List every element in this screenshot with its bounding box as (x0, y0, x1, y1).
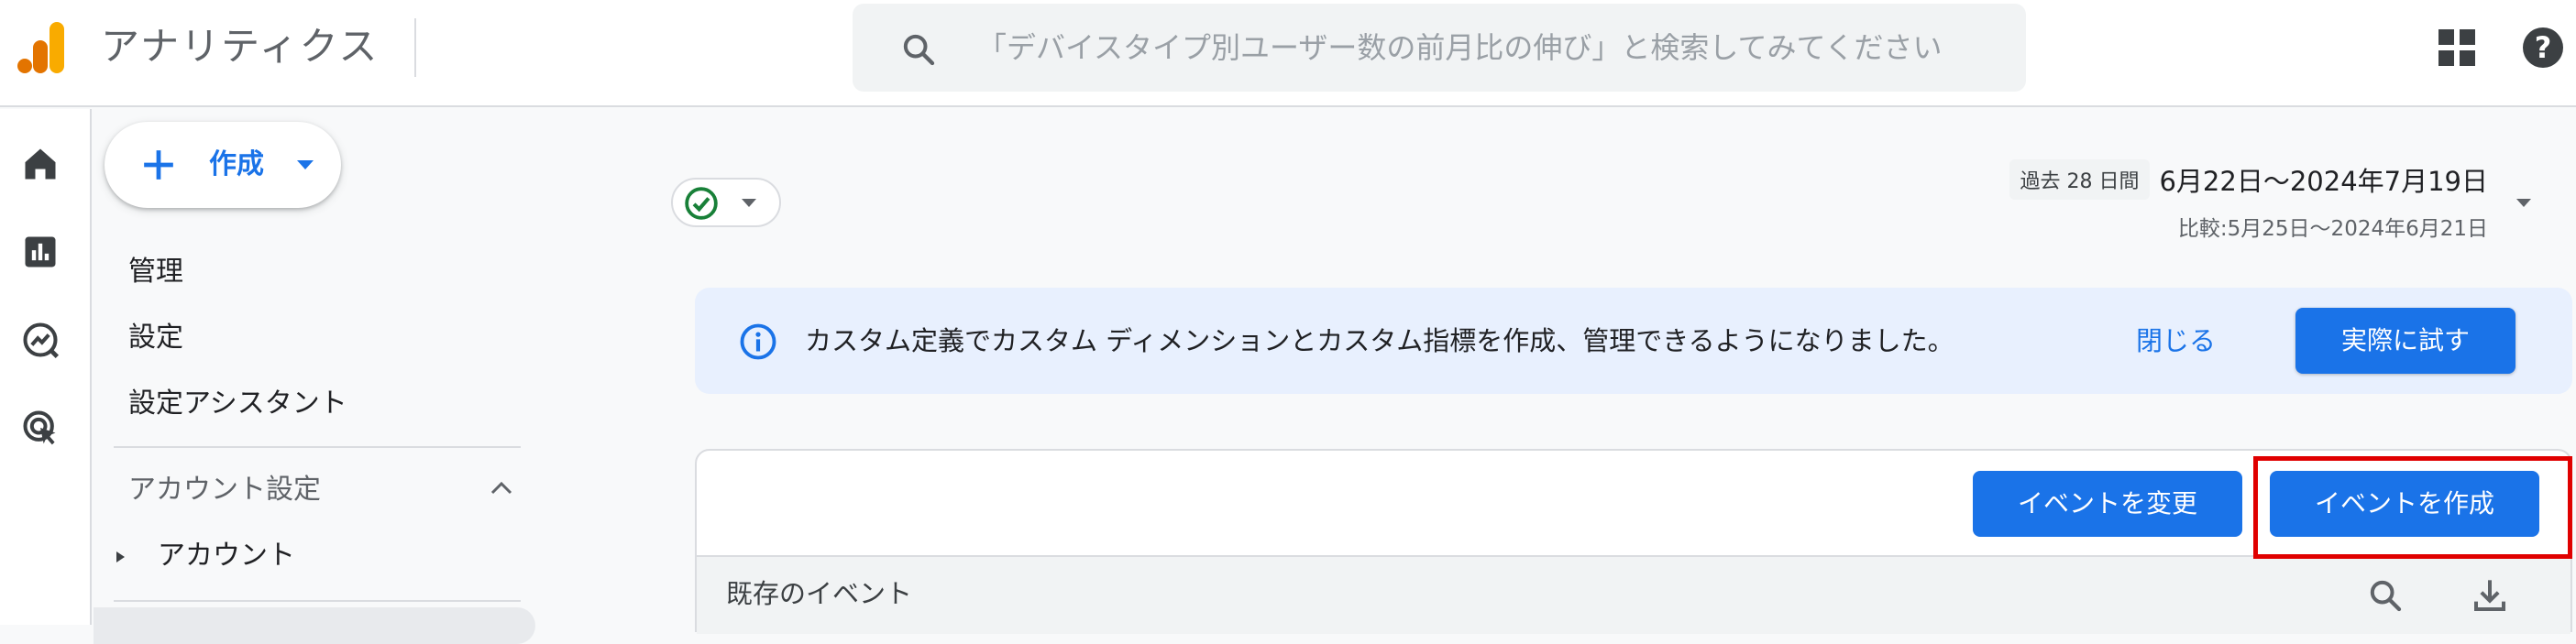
existing-events-header: 既存のイベント (697, 555, 2570, 634)
modify-event-button[interactable]: イベントを変更 (1973, 471, 2242, 537)
data-quality-chip[interactable] (671, 178, 781, 227)
create-button-label: 作成 (209, 148, 264, 180)
nav-item-account[interactable]: アカウント (158, 538, 295, 574)
navigation-rail (0, 109, 92, 625)
banner-close-link[interactable]: 閉じる (2136, 288, 2216, 394)
caret-down-icon[interactable] (2515, 198, 2532, 208)
nav-divider (114, 446, 521, 448)
nav-item-settings[interactable]: 設定 (128, 320, 183, 356)
nav-divider (114, 600, 521, 602)
nav-selected-item[interactable] (94, 607, 535, 644)
info-banner: カスタム定義でカスタム ディメンションとカスタム指標を作成、管理できるようになり… (695, 288, 2572, 394)
highlight-box (2253, 456, 2572, 559)
download-icon[interactable] (2471, 577, 2508, 614)
nav-item-setup-assistant[interactable]: 設定アシスタント (128, 386, 347, 422)
banner-try-button[interactable]: 実際に試す (2295, 308, 2515, 374)
search-placeholder: 「デバイスタイプ別ユーザー数の前月比の伸び」と検索してみてください (977, 30, 1943, 65)
caret-down-icon (297, 160, 314, 169)
svg-text:?: ? (2535, 30, 2552, 65)
explore-icon[interactable] (20, 320, 61, 360)
date-range-main: 6月22日～2024年7月19日 (2159, 166, 2488, 197)
chevron-up-icon[interactable] (490, 479, 513, 496)
side-navigation: 作成 管理 設定 設定アシスタント アカウント設定 アカウント (94, 109, 543, 644)
home-icon[interactable] (20, 144, 61, 184)
title-divider (414, 18, 416, 77)
plus-icon (144, 150, 173, 180)
analytics-logo-icon[interactable] (17, 20, 66, 75)
reports-icon[interactable] (20, 232, 61, 272)
create-button[interactable]: 作成 (105, 122, 341, 208)
check-circle-icon (685, 187, 718, 220)
existing-events-title: 既存のイベント (726, 578, 913, 609)
search-icon[interactable] (2367, 577, 2404, 614)
nav-item-admin[interactable]: 管理 (128, 254, 183, 290)
help-icon[interactable]: ? (2521, 26, 2565, 70)
date-range-picker[interactable]: 過去 28 日間 6月22日～2024年7月19日 比較:5月25日～2024年6… (2009, 159, 2488, 242)
app-title: アナリティクス (101, 24, 380, 69)
search-icon (903, 34, 935, 66)
info-icon (740, 323, 776, 360)
top-app-bar: アナリティクス 「デバイスタイプ別ユーザー数の前月比の伸び」と検索してみてくださ… (0, 0, 2576, 107)
expand-arrow-icon[interactable] (114, 549, 127, 565)
caret-down-icon (742, 199, 756, 207)
date-range-compare: 比較:5月25日～2024年6月21日 (2177, 217, 2488, 241)
banner-message: カスタム定義でカスタム ディメンションとカスタム指標を作成、管理できるようになり… (805, 325, 1954, 356)
advertising-icon[interactable] (20, 408, 61, 448)
nav-section-account-settings[interactable]: アカウント設定 (128, 472, 321, 508)
date-range-chip: 過去 28 日間 (2009, 159, 2151, 200)
apps-icon[interactable] (2438, 29, 2475, 66)
search-bar[interactable]: 「デバイスタイプ別ユーザー数の前月比の伸び」と検索してみてください (853, 4, 2026, 92)
